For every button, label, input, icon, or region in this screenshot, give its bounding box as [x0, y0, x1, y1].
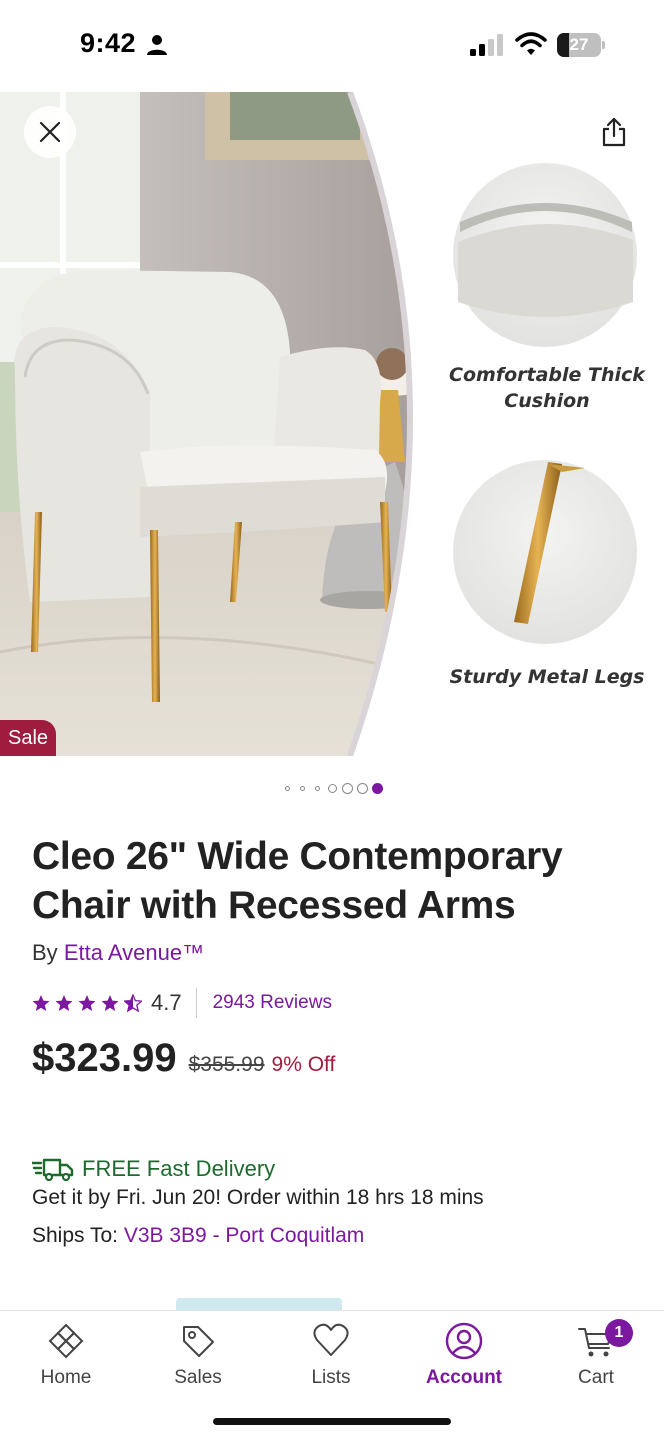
tab-cart[interactable]: 1 Cart	[530, 1319, 662, 1397]
discount-label: 9% Off	[271, 1053, 336, 1076]
battery-indicator: 27	[557, 33, 605, 57]
star-full-icon	[55, 995, 73, 1011]
product-title: Cleo 26" Wide Contemporary Chair with Re…	[32, 835, 563, 927]
product-photo	[0, 92, 637, 756]
close-button[interactable]	[24, 106, 76, 158]
byline-prefix: By	[32, 940, 58, 965]
carousel-pagination[interactable]	[0, 780, 664, 796]
rating-divider	[195, 988, 197, 1018]
star-full-icon	[32, 995, 50, 1011]
status-time: 9:42	[80, 28, 137, 58]
product-image-carousel[interactable]: Comfortable Thick Cushion Sturdy Metal L…	[0, 92, 664, 756]
star-half-icon	[124, 994, 142, 1012]
peek-chip	[176, 1298, 342, 1310]
star-full-icon	[78, 995, 96, 1011]
carousel-dot[interactable]	[327, 783, 337, 793]
close-icon	[39, 121, 61, 143]
share-button[interactable]	[588, 106, 640, 158]
delivery-estimate: Get it by Fri. Jun 20! Order within 18 h…	[32, 1186, 484, 1209]
tag-icon	[183, 1326, 214, 1357]
tab-sales[interactable]: Sales	[132, 1321, 264, 1397]
brand-link[interactable]: Etta Avenue™	[64, 940, 204, 965]
share-icon	[602, 117, 626, 147]
carousel-dot[interactable]	[299, 785, 305, 791]
home-indicator	[213, 1418, 451, 1425]
delivery-label: FREE Fast Delivery	[82, 1156, 276, 1181]
feature-callout-legs: Sturdy Metal Legs	[449, 666, 645, 688]
home-icon	[48, 1323, 84, 1359]
tab-label: Lists	[311, 1367, 351, 1388]
tab-label: Account	[426, 1367, 502, 1388]
carousel-dot-active[interactable]	[371, 782, 383, 794]
star-full-icon	[101, 995, 119, 1011]
tab-account[interactable]: Account	[398, 1321, 530, 1397]
cellular-signal-icon	[470, 34, 503, 56]
ships-to-label: Ships To:	[32, 1224, 118, 1247]
account-icon	[445, 1322, 483, 1360]
carousel-dot[interactable]	[314, 785, 320, 791]
carousel-dot[interactable]	[356, 782, 368, 794]
next-section-peek	[32, 1298, 352, 1310]
carousel-dot[interactable]	[341, 782, 353, 794]
current-price: $323.99	[32, 1036, 177, 1080]
heart-icon	[313, 1323, 349, 1356]
original-price: $355.99	[188, 1053, 265, 1076]
ships-to-row: Ships To: V3B 3B9 - Port Coquitlam	[32, 1224, 364, 1248]
delivery-truck-icon	[32, 1158, 74, 1181]
sale-badge: Sale	[0, 720, 57, 756]
tab-label: Sales	[174, 1367, 222, 1388]
cart-count-badge: 1	[605, 1319, 633, 1347]
battery-cap	[602, 41, 605, 49]
tab-label: Home	[40, 1367, 92, 1388]
brand-byline: By Etta Avenue™	[32, 940, 204, 966]
person-icon	[147, 35, 167, 55]
ships-to-location-link[interactable]: V3B 3B9 - Port Coquitlam	[124, 1224, 364, 1247]
tab-label: Cart	[578, 1367, 614, 1388]
tab-lists[interactable]: Lists	[265, 1321, 397, 1397]
rating-row[interactable]: 4.7 2943 Reviews	[32, 988, 332, 1018]
star-rating	[32, 994, 142, 1012]
status-bar: 9:42 27	[0, 0, 664, 92]
tab-home[interactable]: Home	[0, 1321, 132, 1397]
delivery-row: FREE Fast Delivery	[32, 1154, 275, 1184]
feature-callout-cushion: Comfortable Thick Cushion	[449, 364, 645, 412]
carousel-dot[interactable]	[284, 785, 290, 791]
rating-value: 4.7	[151, 990, 182, 1015]
battery-level: 27	[569, 35, 589, 54]
wifi-icon	[515, 32, 547, 55]
reviews-link[interactable]: 2943 Reviews	[213, 992, 332, 1014]
price-row: $323.99 $355.99 9% Off	[32, 1036, 335, 1088]
